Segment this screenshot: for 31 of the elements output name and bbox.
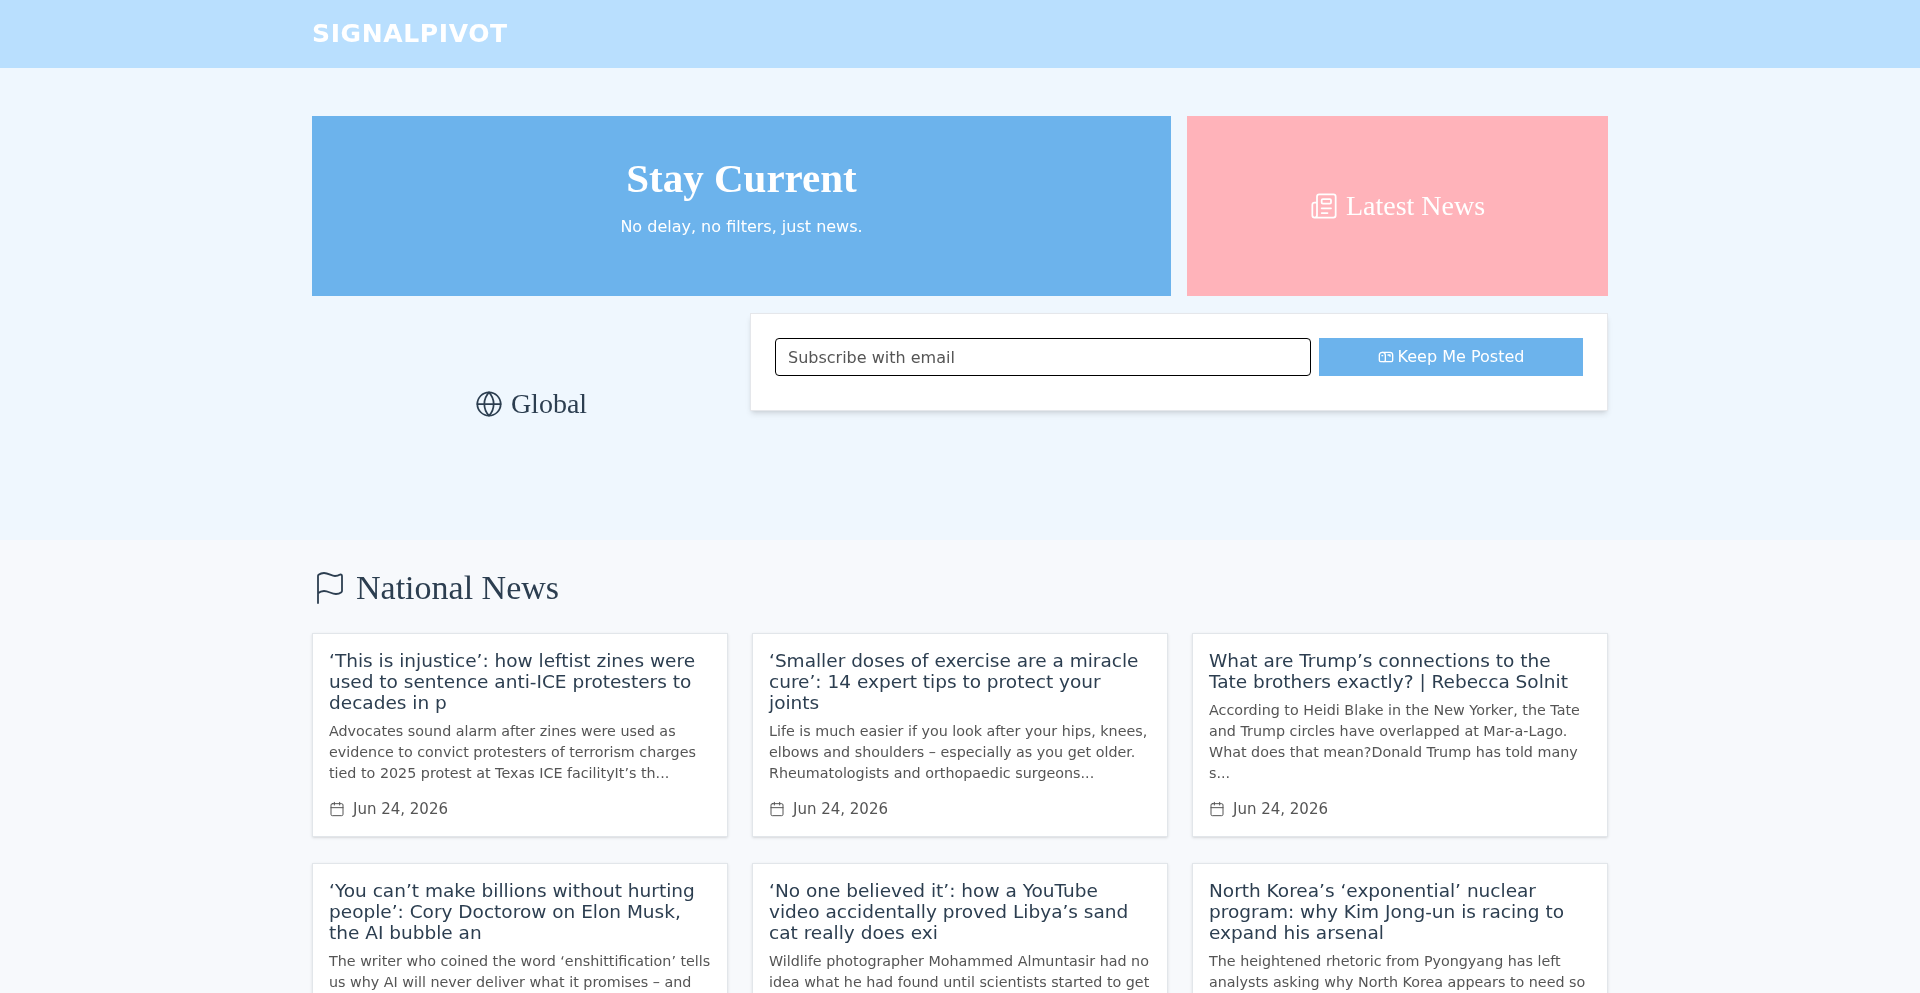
news-excerpt: Life is much easier if you look after your hips, knees, elbows and shoulders – especially as you get older. Rheumatologists and orthopaedic surgeons...: [769, 722, 1149, 783]
news-title[interactable]: What are Trump’s connections to the Tate brothers exactly? | Rebecca Solnit: [1209, 650, 1591, 692]
news-excerpt: The writer who coined the word ‘enshittification’ tells us why AI will never deliver what it promises – and: [329, 952, 711, 992]
news-date: Jun 24, 2026: [1233, 798, 1328, 820]
email-field[interactable]: Subscribe with email: [775, 338, 1311, 376]
hero-title: Stay Current: [626, 157, 857, 199]
news-card[interactable]: [1192, 633, 1608, 837]
globe-icon: [474, 390, 503, 418]
mailbox-icon: [1377, 349, 1394, 365]
news-card[interactable]: [312, 633, 728, 837]
news-card[interactable]: [752, 633, 1168, 837]
news-excerpt: According to Heidi Blake in the New Yorker, the Tate and Trump circles have overlapped at Mar-a-Lago. What does that mean?Donald Trump has told many s...: [1209, 701, 1581, 783]
news-title[interactable]: ‘No one believed it’: how a YouTube video accidentally proved Libya’s sand cat really does exi: [769, 880, 1151, 943]
newspaper-icon: [1309, 192, 1338, 220]
news-date: Jun 24, 2026: [793, 798, 888, 820]
news-title[interactable]: ‘This is injustice’: how leftist zines were used to sentence anti-ICE protesters to decades in p: [329, 650, 711, 713]
news-card[interactable]: North Korea’s ‘exponential’ nuclear program: why Kim Jong-un is racing to expand his arsenal The heightened rhetoric from Pyongyang has left analysts asking why North Korea appears to need so: [1192, 863, 1608, 993]
section-title: National News: [356, 568, 559, 608]
news-date: Jun 24, 2026: [353, 798, 448, 820]
news-title[interactable]: ‘You can’t make billions without hurting people’: Cory Doctorow on Elon Musk, the AI bubble an: [329, 880, 711, 943]
news-excerpt: The heightened rhetoric from Pyongyang has left analysts asking why North Korea appears to need so: [1209, 952, 1587, 992]
hero-subtitle: No delay, no filters, just news.: [620, 215, 863, 238]
news-excerpt: Advocates sound alarm after zines were used as evidence to convict protesters of terrorism charges tied to 2025 protest at Texas ICE facilityIt’s th...: [329, 722, 697, 783]
calendar-icon: [329, 800, 345, 817]
calendar-icon: [769, 800, 785, 817]
news-card[interactable]: ‘No one believed it’: how a YouTube video accidentally proved Libya’s sand cat really does exi Wildlife photographer Mohammed Almuntasir had no idea what he had found until scientists started to get: [752, 863, 1168, 993]
region-label: Global: [510, 387, 588, 421]
calendar-icon: [1209, 800, 1225, 817]
news-title[interactable]: ‘Smaller doses of exercise are a miracle cure’: 14 expert tips to protect your joints: [769, 650, 1151, 713]
news-title[interactable]: North Korea’s ‘exponential’ nuclear program: why Kim Jong-un is racing to expand his arsenal: [1209, 880, 1591, 943]
news-excerpt: Wildlife photographer Mohammed Almuntasir had no idea what he had found until scientists started to get: [769, 952, 1151, 992]
